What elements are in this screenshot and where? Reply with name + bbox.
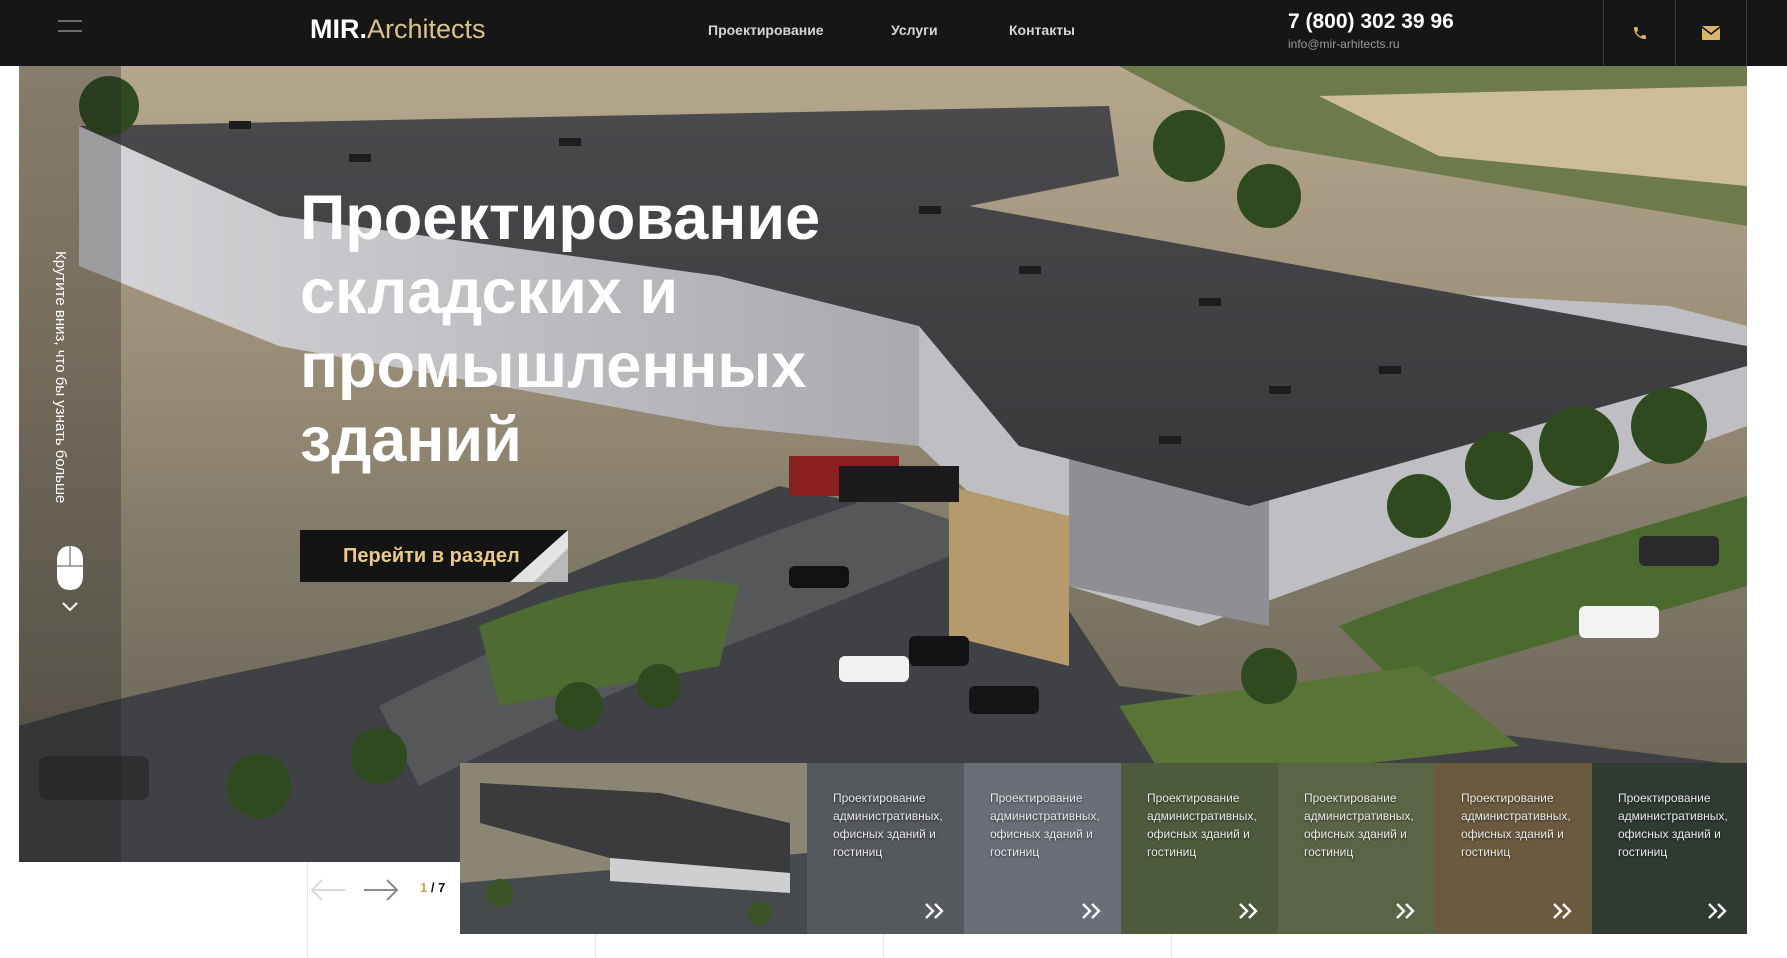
phone-button[interactable] <box>1603 0 1675 66</box>
chevron-down-icon[interactable] <box>60 600 80 614</box>
mouse-icon <box>57 546 83 590</box>
hero-title-line: промышленных <box>300 331 807 401</box>
slide-counter: 1 / 7 <box>420 880 446 895</box>
thumbnail-slide[interactable]: Проектирование административных, офисных… <box>964 763 1121 934</box>
thumbnail-caption: Проектирование административных, офисных… <box>1461 791 1571 859</box>
scroll-hint-panel <box>19 66 121 862</box>
thumbnail-caption: Проектирование административных, офисных… <box>1147 791 1257 859</box>
nav-item-services[interactable]: Услуги <box>891 22 938 38</box>
top-bar: MIR.Architects Проектирование Услуги Кон… <box>0 0 1787 66</box>
grid-divider <box>307 862 308 958</box>
phone-icon <box>1633 27 1646 39</box>
slide-thumbnails: Проектирование административных, офисных… <box>460 763 1747 934</box>
menu-icon[interactable] <box>58 20 82 34</box>
hero-title-line: зданий <box>300 405 522 475</box>
email-link[interactable]: info@mir-arhitects.ru <box>1288 37 1400 51</box>
hero-title: Проектирование складских и промышленных … <box>300 181 1000 477</box>
arrow-right-icon[interactable] <box>362 877 400 903</box>
thumbnail-slide[interactable]: Проектирование административных, офисных… <box>807 763 964 934</box>
double-chevron-right-icon <box>1553 903 1572 919</box>
thumbnail-slide[interactable]: Проектирование административных, офисных… <box>1121 763 1278 934</box>
double-chevron-right-icon <box>925 903 944 919</box>
go-to-section-button[interactable]: Перейти в раздел <box>300 530 568 582</box>
double-chevron-right-icon <box>1239 903 1258 919</box>
cta-corner-decor <box>510 530 568 582</box>
nav-item-design[interactable]: Проектирование <box>708 22 824 38</box>
double-chevron-right-icon <box>1396 903 1415 919</box>
thumbnail-caption: Проектирование административных, офисных… <box>1618 791 1728 859</box>
hero-title-line: Проектирование <box>300 183 821 253</box>
hero-banner: Крутите вниз, что бы узнать больше Проек… <box>19 66 1747 862</box>
double-chevron-right-icon <box>1082 903 1101 919</box>
double-chevron-right-icon <box>1708 903 1727 919</box>
thumbnail-active[interactable] <box>460 763 807 934</box>
thumbnail-caption: Проектирование административных, офисных… <box>833 791 943 859</box>
thumbnail-slide[interactable]: Проектирование административных, офисных… <box>1592 763 1747 934</box>
thumbnail-caption: Проектирование административных, офисных… <box>990 791 1100 859</box>
nav-item-contacts[interactable]: Контакты <box>1009 22 1075 38</box>
cta-label: Перейти в раздел <box>343 544 520 567</box>
phone-number[interactable]: 7 (800) 302 39 96 <box>1288 10 1454 34</box>
mail-button[interactable] <box>1675 0 1747 66</box>
mail-icon <box>1702 26 1720 40</box>
scroll-hint-text: Крутите вниз, что бы узнать больше <box>52 251 69 504</box>
logo[interactable]: MIR.Architects <box>310 14 486 45</box>
thumbnail-image <box>460 763 807 934</box>
arrow-left-icon[interactable] <box>309 877 347 903</box>
thumbnail-slide[interactable]: Проектирование административных, офисных… <box>1435 763 1592 934</box>
hero-title-line: складских и <box>300 257 679 327</box>
thumbnail-caption: Проектирование административных, офисных… <box>1304 791 1414 859</box>
thumbnail-slide[interactable]: Проектирование административных, офисных… <box>1278 763 1435 934</box>
